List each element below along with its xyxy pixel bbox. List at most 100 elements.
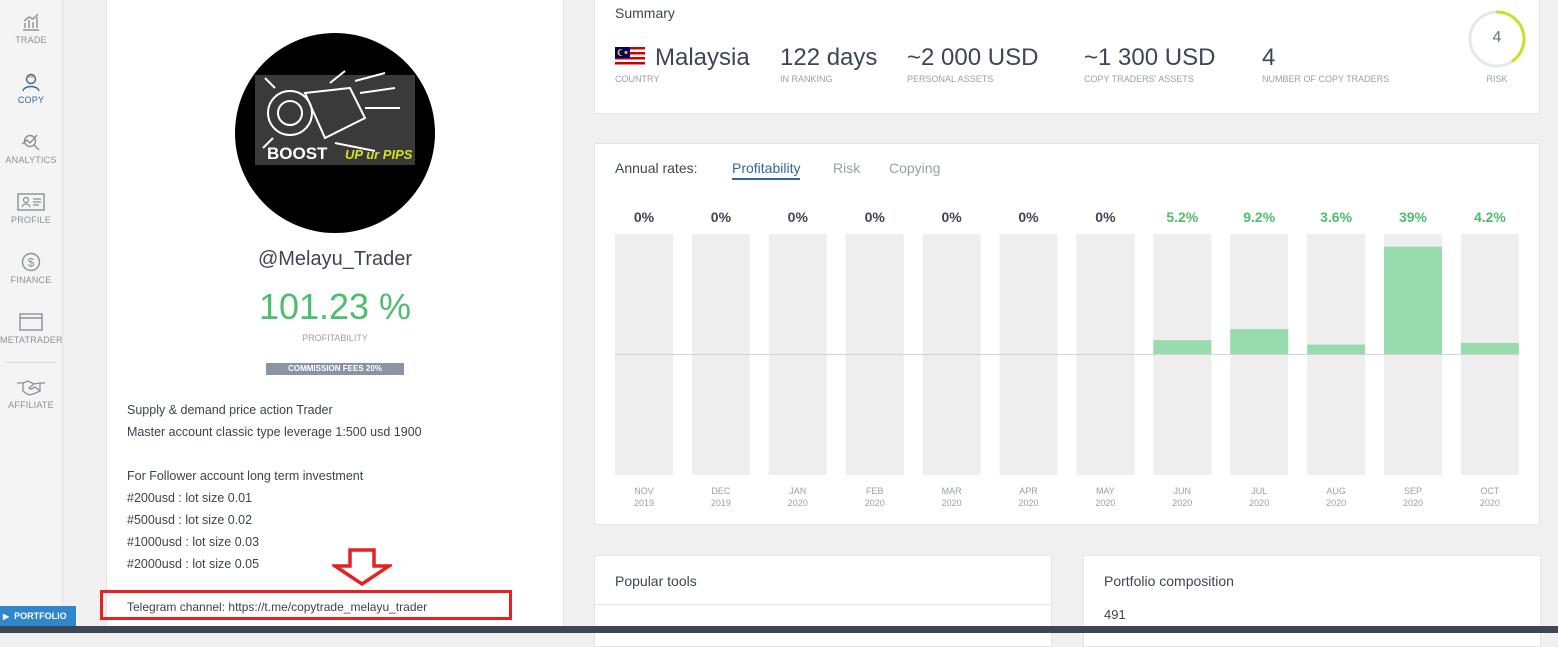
nav-profile-label: PROFILE [11, 215, 51, 225]
x-tick-month: SEP [1404, 486, 1422, 496]
x-tick-year: 2020 [1249, 498, 1269, 508]
down-arrow-icon [332, 548, 392, 586]
ranking-value: 122 days [780, 44, 878, 71]
x-tick-year: 2020 [1172, 498, 1192, 508]
divider [595, 604, 1051, 605]
nav-profile[interactable]: PROFILE [0, 192, 62, 225]
telegram-link[interactable]: Telegram channel: https://t.me/copytrade… [127, 600, 427, 614]
bio-line: For Follower account long term investmen… [127, 469, 364, 483]
bio-line: Supply & demand price action Trader [127, 403, 333, 417]
avatar: BOOST UP ur PIPS [235, 33, 435, 233]
bar [1460, 342, 1519, 355]
popular-tools-title: Popular tools [615, 573, 697, 589]
bio-line: #500usd : lot size 0.02 [127, 513, 253, 527]
country-label: COUNTRY [615, 74, 660, 84]
x-tick-month: MAY [1096, 486, 1115, 496]
x-tick-year: 2020 [1480, 498, 1500, 508]
nav-analytics[interactable]: ANALYTICS [0, 132, 62, 165]
nav-metatrader[interactable]: METATRADER [0, 312, 62, 345]
window-icon [19, 313, 43, 331]
x-tick-year: 2020 [788, 498, 808, 508]
x-tick-year: 2019 [634, 498, 654, 508]
risk-label: RISK [1486, 74, 1508, 84]
nav-affiliate[interactable]: AFFILIATE [0, 377, 62, 410]
nav-divider [6, 362, 56, 363]
bar [1230, 329, 1289, 355]
x-tick-month: OCT [1480, 486, 1500, 496]
bar-value-label: 5.2% [1166, 209, 1198, 225]
bar [1384, 246, 1442, 355]
nav-finance-label: FINANCE [10, 275, 52, 285]
bar-value-label: 4.2% [1474, 209, 1506, 225]
x-tick-month: NOV [634, 486, 654, 496]
x-tick-year: 2020 [1018, 498, 1038, 508]
summary-card: Summary Malaysia COUNTRY 122 days IN RAN… [594, 0, 1540, 114]
x-tick-month: AUG [1326, 486, 1346, 496]
x-tick-year: 2020 [1326, 498, 1346, 508]
bar-value-label: 3.6% [1320, 209, 1352, 225]
summary-title: Summary [615, 5, 675, 21]
user-icon [22, 73, 40, 92]
nav-copy[interactable]: COPY [0, 72, 62, 105]
profitability-value: 101.23 % [258, 286, 412, 327]
copy-assets-label: COPY TRADERS' ASSETS [1084, 74, 1194, 84]
dollar-icon: $ [21, 252, 41, 272]
bottom-bar [0, 626, 1558, 633]
x-tick-month: JAN [789, 486, 806, 496]
bar-value-label: 0% [941, 209, 962, 225]
bar-value-label: 0% [711, 209, 732, 225]
chart-icon [23, 13, 39, 31]
country-value: Malaysia [655, 44, 750, 71]
risk-value: 4 [1492, 29, 1502, 46]
bar-value-label: 0% [788, 209, 809, 225]
bar-value-label: 39% [1399, 209, 1428, 225]
ranking-label: IN RANKING [780, 74, 833, 84]
x-tick-year: 2020 [865, 498, 885, 508]
nav-metatrader-label: METATRADER [0, 335, 63, 345]
x-tick-month: MAR [942, 486, 963, 496]
commission-badge: COMMISSION FEES 20% [266, 363, 404, 375]
nav-affiliate-label: AFFILIATE [8, 400, 54, 410]
sidebar: TRADE COPY ANALYTICS PROFILE $ FINANCE M… [0, 0, 76, 633]
profitability-label: PROFITABILITY [302, 333, 368, 343]
portfolio-tab-label: PORTFOLIO [14, 611, 67, 621]
copy-traders-value: 4 [1262, 44, 1276, 71]
username: @Melayu_Trader [257, 248, 413, 270]
logo-text-accent: UP ur PIPS [345, 147, 413, 162]
nav-analytics-label: ANALYTICS [5, 155, 57, 165]
id-card-icon [17, 193, 45, 211]
portfolio-tab[interactable]: ▶ PORTFOLIO [0, 606, 76, 626]
svg-text:$: $ [28, 256, 35, 270]
popular-tools-card: Popular tools [594, 555, 1052, 647]
bio-line: Master account classic type leverage 1:5… [127, 425, 422, 439]
logo-text-main: BOOST [267, 144, 328, 163]
annual-rates-card: Annual rates: Profitability Risk Copying… [594, 143, 1540, 525]
bar-value-label: 0% [865, 209, 886, 225]
x-tick-month: FEB [866, 486, 884, 496]
x-tick-year: 2019 [711, 498, 731, 508]
x-tick-year: 2020 [1403, 498, 1423, 508]
x-tick-month: APR [1019, 486, 1038, 496]
x-tick-month: JUL [1251, 486, 1267, 496]
x-tick-year: 2020 [942, 498, 962, 508]
copy-traders-label: NUMBER OF COPY TRADERS [1262, 74, 1390, 84]
bio-line: #1000usd : lot size 0.03 [127, 535, 260, 549]
nav-trade[interactable]: TRADE [0, 12, 62, 45]
personal-assets-label: PERSONAL ASSETS [907, 74, 994, 84]
profitability-chart: 0% NOV 2019 0% DEC 2019 0% JAN 2020 0% FEB 2020 0% MA… [615, 209, 1519, 508]
x-tick-year: 2020 [1095, 498, 1115, 508]
nav-finance[interactable]: $ FINANCE [0, 252, 62, 285]
x-tick-month: DEC [711, 486, 731, 496]
bar [1307, 344, 1366, 355]
analytics-icon [21, 134, 40, 151]
bio-line: #200usd : lot size 0.01 [127, 491, 253, 505]
boost-logo: BOOST UP ur PIPS [255, 70, 415, 165]
malaysia-flag-icon [615, 47, 645, 67]
bar-value-label: 9.2% [1243, 209, 1275, 225]
nav-copy-label: COPY [17, 95, 45, 105]
chevron-right-icon: ▶ [3, 612, 10, 621]
bar-value-label: 0% [1095, 209, 1116, 225]
x-tick-month: JUN [1174, 486, 1192, 496]
handshake-icon [17, 380, 45, 396]
nav-trade-label: TRADE [15, 35, 47, 45]
